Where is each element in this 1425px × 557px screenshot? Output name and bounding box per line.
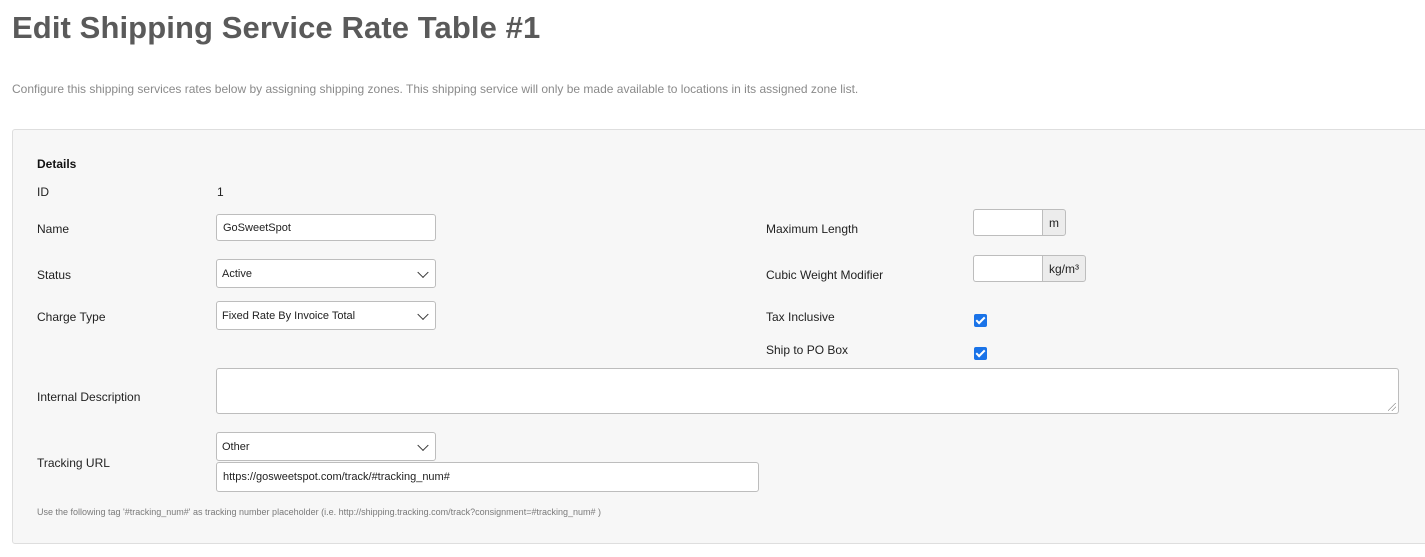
resize-handle-icon[interactable] xyxy=(1388,403,1396,411)
status-label: Status xyxy=(37,268,72,282)
page-description: Configure this shipping services rates b… xyxy=(12,82,859,96)
tracking-provider-select[interactable]: Other xyxy=(216,432,436,461)
chevron-down-icon xyxy=(417,308,429,320)
po-box-checkbox[interactable] xyxy=(974,347,987,360)
page-title: Edit Shipping Service Rate Table #1 xyxy=(12,10,541,45)
status-select-value: Active xyxy=(222,267,252,280)
charge-type-select[interactable]: Fixed Rate By Invoice Total xyxy=(216,301,436,330)
max-length-unit: m xyxy=(1042,209,1066,236)
cubic-weight-group: kg/m³ xyxy=(973,255,1086,282)
max-length-group: m xyxy=(973,209,1066,236)
name-input[interactable]: GoSweetSpot xyxy=(216,214,436,241)
id-value: 1 xyxy=(217,185,224,199)
tracking-help-text: Use the following tag '#tracking_num#' a… xyxy=(37,507,601,517)
max-length-label: Maximum Length xyxy=(766,222,859,236)
tracking-url-value: https://gosweetspot.com/track/#tracking_… xyxy=(223,471,450,483)
cubic-weight-label: Cubic Weight Modifier xyxy=(766,268,884,282)
cubic-weight-input[interactable] xyxy=(973,255,1042,282)
charge-type-label: Charge Type xyxy=(37,310,106,324)
po-box-label: Ship to PO Box xyxy=(766,343,849,357)
status-select[interactable]: Active xyxy=(216,259,436,288)
section-title-details: Details xyxy=(37,157,77,171)
internal-description-label: Internal Description xyxy=(37,390,141,404)
tracking-provider-value: Other xyxy=(222,440,250,453)
tracking-url-input[interactable]: https://gosweetspot.com/track/#tracking_… xyxy=(216,462,759,492)
chevron-down-icon xyxy=(417,439,429,451)
chevron-down-icon xyxy=(417,266,429,278)
id-label: ID xyxy=(37,185,49,199)
name-label: Name xyxy=(37,222,70,236)
tax-inclusive-checkbox[interactable] xyxy=(974,314,987,327)
cubic-weight-unit: kg/m³ xyxy=(1042,255,1086,282)
name-input-value: GoSweetSpot xyxy=(223,221,291,234)
details-panel: Details ID 1 Name GoSweetSpot Status Act… xyxy=(12,129,1425,544)
internal-description-textarea[interactable] xyxy=(216,368,1399,414)
max-length-input[interactable] xyxy=(973,209,1042,236)
charge-type-select-value: Fixed Rate By Invoice Total xyxy=(222,309,356,322)
tax-inclusive-label: Tax Inclusive xyxy=(766,310,835,324)
tracking-url-label: Tracking URL xyxy=(37,456,110,470)
